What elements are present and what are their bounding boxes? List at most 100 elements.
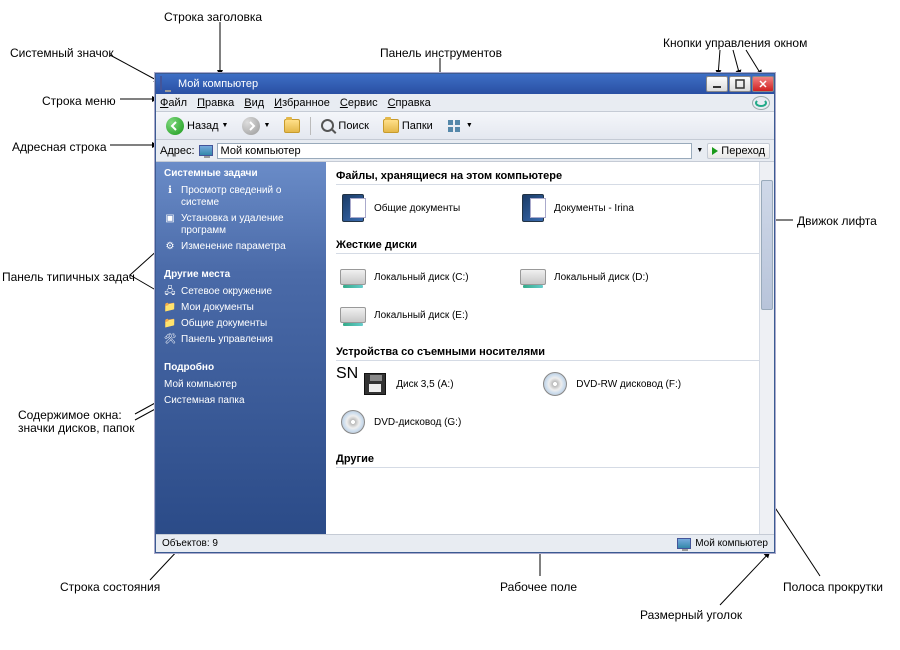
back-caret-icon: ▼ — [222, 122, 229, 129]
menu-tools[interactable]: Сервис — [340, 97, 378, 109]
menu-help[interactable]: Справка — [388, 97, 431, 109]
floppy-icon — [360, 369, 390, 399]
search-button[interactable]: Поиск — [317, 117, 372, 135]
place-label: Сетевое окружение — [181, 286, 272, 298]
computer-icon — [677, 538, 691, 549]
drive-icon — [338, 262, 368, 292]
section-title: Другие места — [164, 269, 318, 280]
place-label: Панель управления — [181, 334, 273, 346]
address-bar: Адрес: ▼ Переход — [156, 140, 774, 162]
item-label: DVD-RW дисковод (F:) — [576, 379, 681, 390]
section-system-tasks: Системные задачи ℹПросмотр сведений о си… — [156, 162, 326, 263]
item-label: Локальный диск (D:) — [554, 272, 649, 283]
system-icon[interactable] — [160, 77, 174, 91]
place-mydocs[interactable]: 📁Мои документы — [164, 300, 318, 316]
item-drive-d[interactable]: Локальный диск (D:) — [516, 258, 696, 296]
folder-up-icon — [284, 119, 300, 133]
anno-win-buttons: Кнопки управления окном — [663, 36, 807, 50]
close-button[interactable] — [752, 76, 774, 92]
task-change-setting[interactable]: ⚙Изменение параметра — [164, 239, 318, 255]
item-label: Документы - Irina — [554, 203, 634, 214]
folders-label: Папки — [402, 120, 433, 132]
detail-type: Системная папка — [164, 393, 318, 409]
back-label: Назад — [187, 120, 219, 132]
group-files: Файлы, хранящиеся на этом компьютере Общ… — [326, 162, 774, 231]
docfolder-icon — [338, 193, 368, 223]
menu-fav[interactable]: Избранное — [274, 97, 330, 109]
task-label: Установка и удаление программ — [181, 213, 318, 237]
task-label: Просмотр сведений о системе — [181, 185, 318, 209]
item-drive-c[interactable]: Локальный диск (C:) — [336, 258, 516, 296]
item-shared-docs[interactable]: Общие документы — [336, 189, 516, 227]
menu-file[interactable]: Файл — [160, 97, 187, 109]
item-floppy[interactable]: Диск 3,5 (A:) — [358, 365, 538, 403]
group-title: Устройства со съемными носителями — [336, 342, 764, 361]
anno-thumb: Движок лифта — [797, 214, 877, 228]
status-left: Объектов: 9 — [162, 538, 218, 549]
place-label: Мои документы — [181, 302, 254, 314]
scrollbar-thumb[interactable] — [761, 180, 773, 310]
toolbar: Назад ▼ ▼ Поиск Папки ▼ — [156, 112, 774, 140]
forward-icon — [242, 117, 260, 135]
task-add-remove[interactable]: ▣Установка и удаление программ — [164, 211, 318, 239]
forward-caret-icon: ▼ — [263, 122, 270, 129]
drive-icon — [518, 262, 548, 292]
explorer-window: Мой компьютер Файл Правка Вид Избранное … — [155, 73, 775, 553]
docfolder-icon — [518, 193, 548, 223]
go-label: Переход — [721, 145, 765, 157]
section-title: Системные задачи — [164, 168, 318, 179]
views-caret-icon: ▼ — [466, 122, 473, 129]
address-caret-icon[interactable]: ▼ — [696, 147, 703, 154]
item-label: Диск 3,5 (A:) — [396, 379, 453, 390]
anno-scrollbar: Полоса прокрутки — [783, 580, 883, 594]
detail-label: Мой компьютер — [164, 379, 237, 391]
item-dvdrw[interactable]: DVD-RW дисковод (F:) — [538, 365, 718, 403]
network-icon: 🖧 — [164, 286, 176, 298]
detail-label: Системная папка — [164, 395, 245, 407]
item-drive-e[interactable]: Локальный диск (E:) — [336, 296, 516, 334]
window-title: Мой компьютер — [178, 78, 258, 90]
address-label: Адрес: — [160, 145, 195, 157]
window-controls — [705, 76, 774, 92]
folders-button[interactable]: Папки — [379, 117, 437, 135]
views-icon — [447, 118, 463, 134]
address-icon — [199, 145, 213, 156]
back-button[interactable]: Назад ▼ — [162, 115, 232, 137]
search-label: Поиск — [338, 120, 368, 132]
place-network[interactable]: 🖧 Сетевое окружение — [164, 284, 318, 300]
go-button[interactable]: Переход — [707, 143, 770, 159]
place-shared-docs[interactable]: 📁 Общие документы — [164, 316, 318, 332]
item-label: Общие документы — [374, 203, 460, 214]
item-dvd[interactable]: DVD-дисковод (G:) — [336, 403, 516, 441]
task-view-sysinfo[interactable]: ℹПросмотр сведений о системе — [164, 183, 318, 211]
settings-icon: 🛠 — [164, 334, 176, 346]
task-pane: Системные задачи ℹПросмотр сведений о си… — [156, 162, 326, 534]
vertical-scrollbar[interactable] — [759, 162, 774, 534]
maximize-button[interactable] — [729, 76, 751, 92]
item-label: Локальный диск (C:) — [374, 272, 469, 283]
title-bar[interactable]: Мой компьютер — [156, 74, 774, 94]
menu-view[interactable]: Вид — [244, 97, 264, 109]
place-control-panel[interactable]: 🛠 Панель управления — [164, 332, 318, 348]
search-icon — [321, 119, 335, 133]
item-user-docs[interactable]: Документы - Irina — [516, 189, 696, 227]
views-button[interactable]: ▼ — [443, 116, 477, 136]
minimize-button[interactable] — [706, 76, 728, 92]
menu-bar: Файл Правка Вид Избранное Сервис Справка — [156, 94, 774, 112]
back-icon — [166, 117, 184, 135]
drive-icon — [338, 300, 368, 330]
folder-icon: 📁 — [164, 318, 176, 330]
address-input[interactable] — [217, 143, 693, 159]
anno-titlebar: Строка заголовка — [164, 10, 262, 24]
place-label: Общие документы — [181, 318, 267, 330]
up-button[interactable] — [280, 117, 304, 135]
group-title: Другие — [336, 449, 764, 468]
menu-edit[interactable]: Правка — [197, 97, 234, 109]
anno-task-panel: Панель типичных задач — [2, 270, 135, 284]
group-title: Файлы, хранящиеся на этом компьютере — [336, 166, 764, 185]
status-right: Мой компьютер — [677, 538, 768, 549]
toolbar-separator — [310, 117, 311, 135]
throbber-icon — [752, 96, 770, 110]
forward-button[interactable]: ▼ — [238, 115, 274, 137]
group-drives: Жесткие диски Локальный диск (C:) Локаль… — [326, 231, 774, 338]
